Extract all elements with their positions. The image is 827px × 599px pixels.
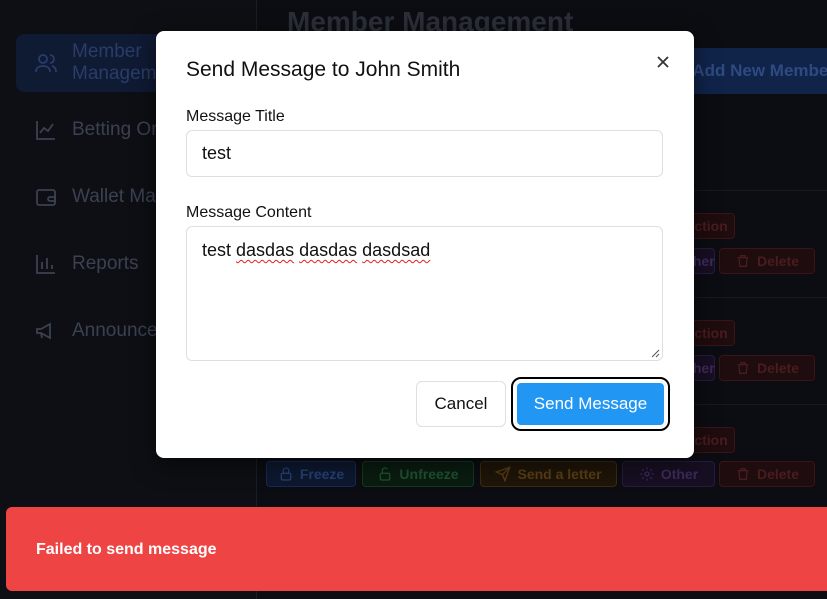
send-letter-button[interactable]: Send a letter <box>480 461 617 487</box>
add-new-member-button[interactable]: Add New Member <box>687 48 827 94</box>
delete-label: Delete <box>756 466 800 482</box>
dialog-title: Send Message to John Smith <box>186 58 461 81</box>
delete-label: Delete <box>756 253 800 269</box>
content-word: test <box>202 240 232 260</box>
misspelled-word: dasdas <box>236 240 295 260</box>
message-title-input[interactable]: test <box>186 130 663 177</box>
trash-icon <box>737 468 749 480</box>
bar-chart-icon <box>36 255 55 274</box>
freeze-label: Freeze <box>299 466 345 482</box>
message-title-label: Message Title <box>186 108 285 125</box>
other-label: Other <box>660 466 699 482</box>
users-icon <box>35 54 57 73</box>
error-toast: Failed to send message <box>6 507 827 591</box>
send-letter-label: Send a letter <box>517 466 602 482</box>
megaphone-icon <box>36 322 51 340</box>
close-button[interactable] <box>652 51 674 73</box>
delete-button[interactable]: Delete <box>719 461 815 487</box>
freeze-button[interactable]: Freeze <box>266 461 356 487</box>
close-icon <box>657 56 669 68</box>
delete-label: Delete <box>756 360 800 376</box>
trash-icon <box>737 362 749 374</box>
other-button[interactable]: Other <box>622 461 715 487</box>
unfreeze-label: Unfreeze <box>399 466 459 482</box>
send-message-button[interactable]: Send Message <box>511 377 670 431</box>
trash-icon <box>737 255 749 267</box>
sidebar-item-label: Reports <box>72 253 139 274</box>
lock-icon <box>280 467 292 481</box>
resize-handle-icon[interactable] <box>650 348 660 358</box>
gear-icon <box>640 467 654 481</box>
delete-button[interactable]: Delete <box>719 248 815 274</box>
misspelled-word: dasdas <box>299 240 358 260</box>
delete-button[interactable]: Delete <box>719 355 815 381</box>
unlock-icon <box>380 467 391 481</box>
message-content-textarea[interactable]: test dasdas dasdas dasdsad <box>186 226 663 361</box>
send-icon <box>495 466 512 482</box>
toast-message: Failed to send message <box>36 541 217 558</box>
message-content-label: Message Content <box>186 204 312 221</box>
wallet-icon <box>36 189 56 206</box>
unfreeze-button[interactable]: Unfreeze <box>362 461 474 487</box>
line-chart-icon <box>36 121 55 140</box>
cancel-button[interactable]: Cancel <box>416 381 506 427</box>
send-message-dialog: Send Message to John Smith Message Title… <box>156 31 694 458</box>
misspelled-word: dasdsad <box>362 240 431 260</box>
